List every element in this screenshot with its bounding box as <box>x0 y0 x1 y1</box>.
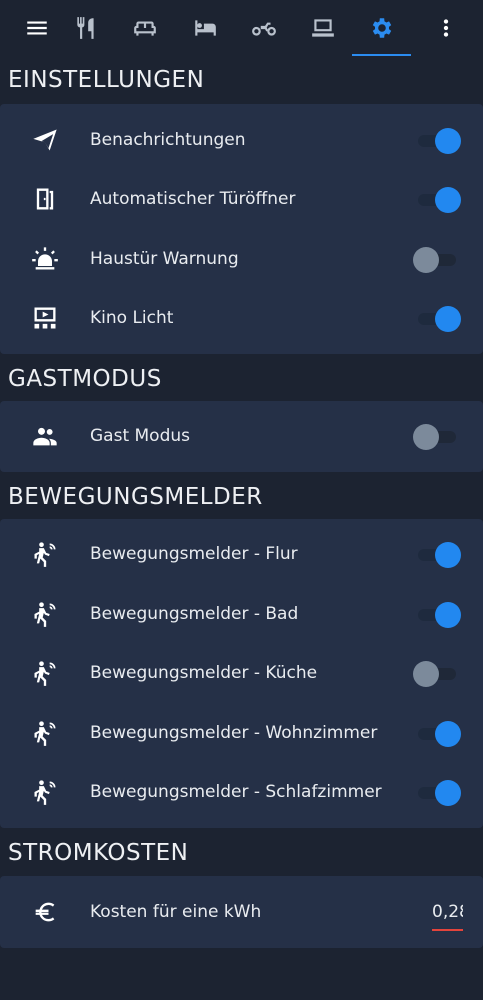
row-label: Bewegungsmelder - Küche <box>90 663 318 683</box>
row-label: Automatischer Türöffner <box>90 189 296 209</box>
menu-icon[interactable] <box>17 8 57 48</box>
more-vertical-icon[interactable] <box>426 8 466 48</box>
bm-wohnzimmer-toggle[interactable] <box>414 721 462 747</box>
restaurant-icon[interactable] <box>66 8 106 48</box>
send-icon <box>28 124 62 156</box>
account-group-icon <box>28 420 62 452</box>
settings-row-bm-wohnzimmer: Bewegungsmelder - Wohnzimmer <box>0 703 483 762</box>
bm-bad-toggle[interactable] <box>414 602 462 628</box>
settings-row-benachrichtungen: Benachrichtungen <box>0 110 483 169</box>
settings-row-kosten-kwh: Kosten für eine kWh 0,28 <box>0 882 483 941</box>
section-title-bewegungsmelder: BEWEGUNGSMELDER <box>8 484 263 510</box>
euro-icon <box>28 896 62 928</box>
row-label: Kino Licht <box>90 308 174 328</box>
motion-sensor-icon <box>28 657 62 689</box>
bm-flur-toggle[interactable] <box>414 542 462 568</box>
row-label: Bewegungsmelder - Bad <box>90 604 299 624</box>
settings-row-bm-schlafzimmer: Bewegungsmelder - Schlafzimmer <box>0 762 483 821</box>
theater-icon <box>28 302 62 334</box>
card-bewegungsmelder: Bewegungsmelder - Flur Bewegungsmelder -… <box>0 519 483 828</box>
card-gastmodus: Gast Modus <box>0 401 483 472</box>
alarm-light-icon <box>28 243 62 275</box>
sofa-icon[interactable] <box>125 8 165 48</box>
settings-row-kino-licht: Kino Licht <box>0 288 483 347</box>
motion-sensor-icon <box>28 538 62 570</box>
gast-modus-toggle[interactable] <box>413 424 462 450</box>
active-tab-indicator <box>352 54 411 56</box>
motorbike-icon[interactable] <box>244 8 284 48</box>
settings-row-tueroeffner: Automatischer Türöffner <box>0 169 483 228</box>
door-icon <box>28 183 62 215</box>
settings-row-bm-bad: Bewegungsmelder - Bad <box>0 584 483 643</box>
row-label: Benachrichtungen <box>90 130 246 150</box>
settings-row-haustuer-warnung: Haustür Warnung <box>0 229 483 288</box>
card-einstellungen: Benachrichtungen Automatischer Türöffner… <box>0 104 483 354</box>
settings-row-bm-kueche: Bewegungsmelder - Küche <box>0 643 483 702</box>
bed-icon[interactable] <box>185 8 225 48</box>
row-label: Gast Modus <box>90 426 191 446</box>
kino-licht-toggle[interactable] <box>414 306 462 332</box>
settings-icon[interactable] <box>362 8 402 48</box>
haustuer-warnung-toggle[interactable] <box>413 247 462 273</box>
section-title-gastmodus: GASTMODUS <box>8 366 162 392</box>
kwh-cost-input-underline <box>432 929 463 931</box>
row-label: Bewegungsmelder - Flur <box>90 544 298 564</box>
row-label: Bewegungsmelder - Wohnzimmer <box>90 723 378 743</box>
section-title-einstellungen: EINSTELLUNGEN <box>8 67 205 93</box>
motion-sensor-icon <box>28 776 62 808</box>
top-app-bar <box>0 0 483 56</box>
row-label: Haustür Warnung <box>90 249 239 269</box>
settings-row-bm-flur: Bewegungsmelder - Flur <box>0 524 483 583</box>
laptop-icon[interactable] <box>303 8 343 48</box>
settings-row-gast-modus: Gast Modus <box>0 406 483 465</box>
row-label: Kosten für eine kWh <box>90 902 262 922</box>
section-title-stromkosten: STROMKOSTEN <box>8 840 189 866</box>
row-label: Bewegungsmelder - Schlafzimmer <box>90 782 382 802</box>
motion-sensor-icon <box>28 598 62 630</box>
card-stromkosten: Kosten für eine kWh 0,28 <box>0 876 483 948</box>
motion-sensor-icon <box>28 717 62 749</box>
bm-kueche-toggle[interactable] <box>413 661 462 687</box>
benachrichtungen-toggle[interactable] <box>414 128 462 154</box>
tueroeffner-toggle[interactable] <box>414 187 462 213</box>
kwh-cost-input[interactable]: 0,28 <box>432 902 463 932</box>
bm-schlafzimmer-toggle[interactable] <box>414 780 462 806</box>
